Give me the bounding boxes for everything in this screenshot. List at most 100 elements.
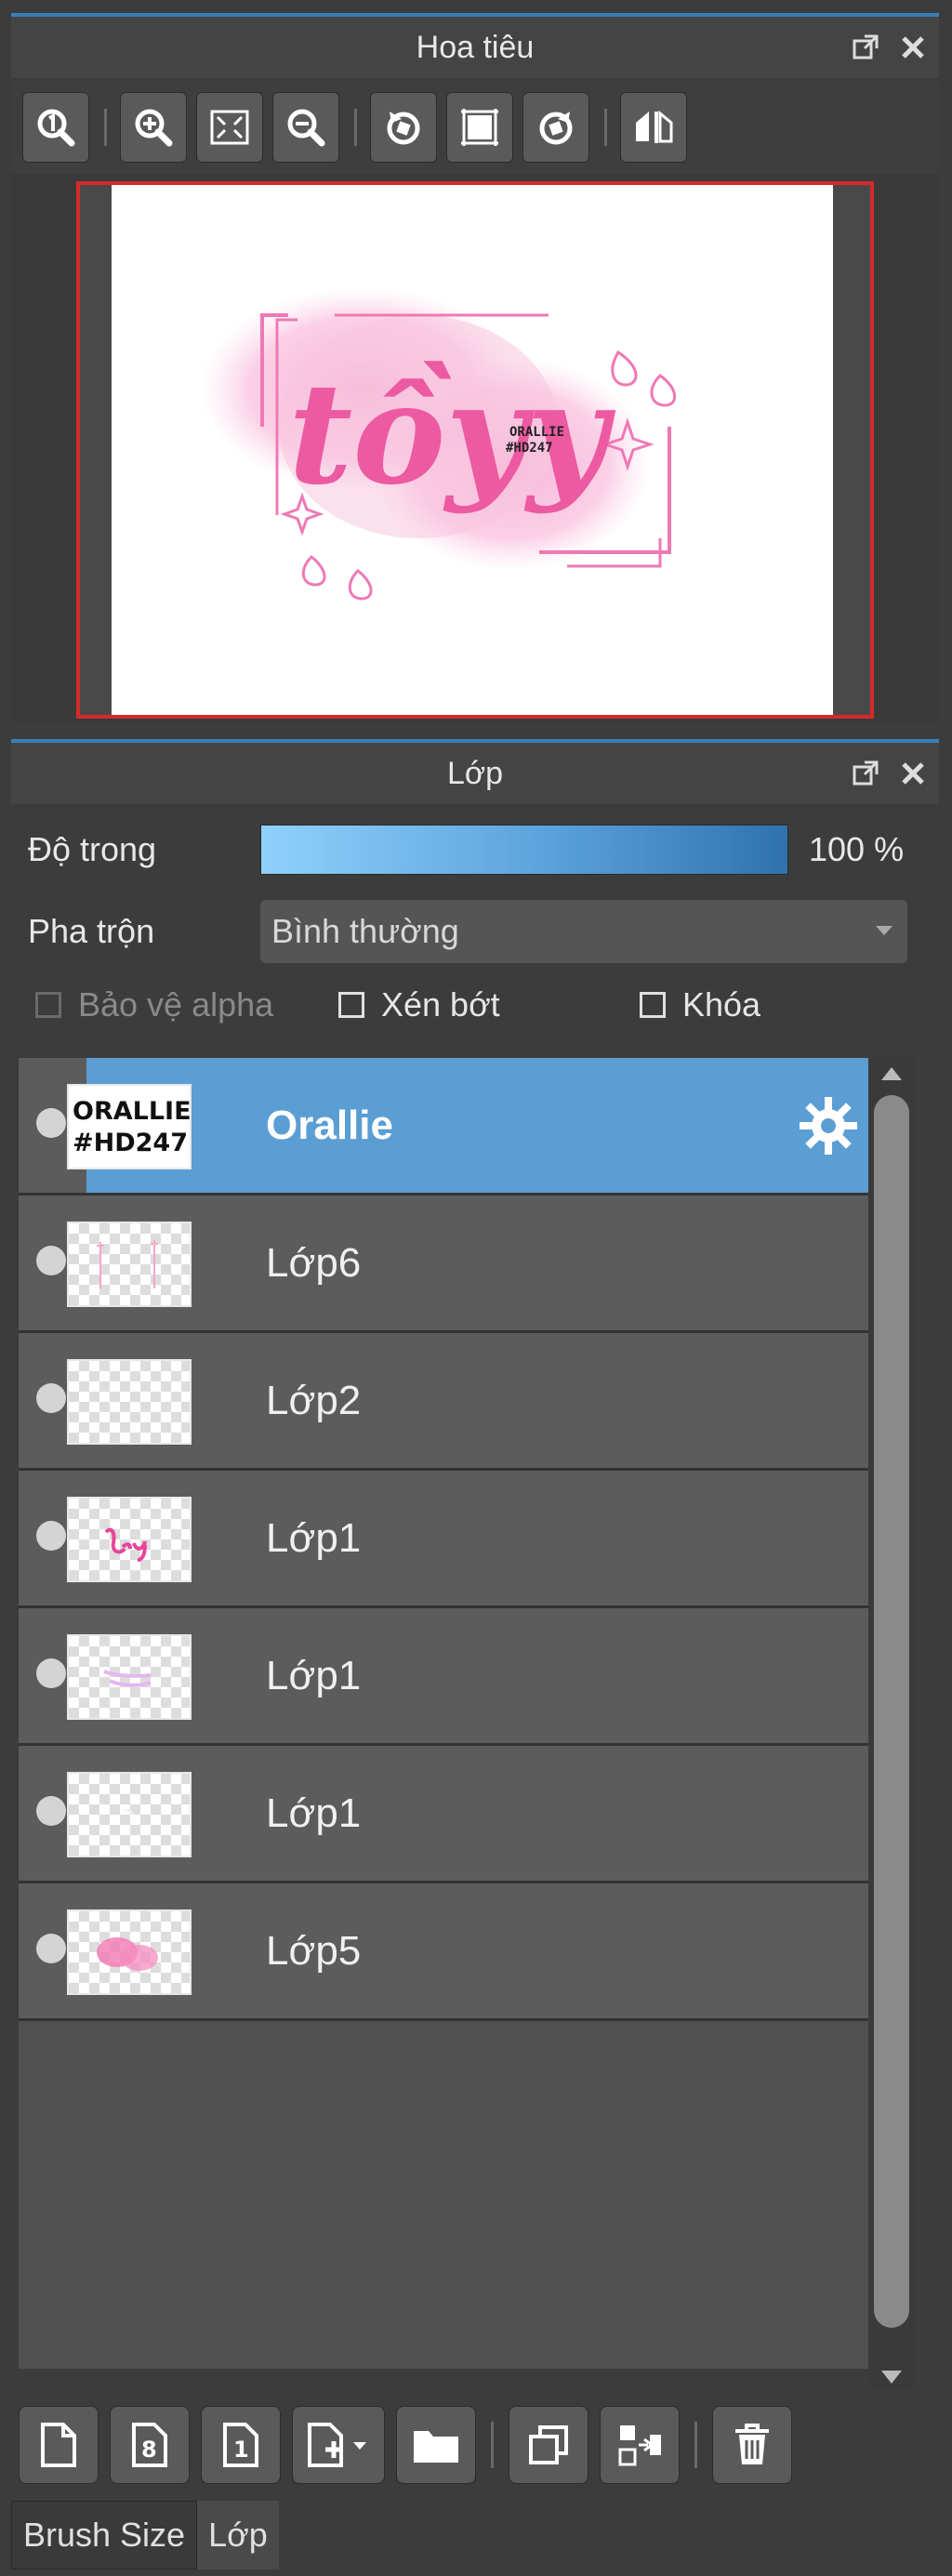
blend-mode-label: Pha trộn bbox=[28, 912, 155, 950]
add-layer-icon bbox=[308, 2423, 366, 2467]
visibility-toggle[interactable] bbox=[36, 1521, 66, 1551]
clip-checkbox[interactable]: Xén bớt bbox=[338, 985, 500, 1024]
tab-label: Brush Size bbox=[23, 2516, 186, 2554]
rotate-left-button[interactable] bbox=[370, 92, 437, 163]
chevron-down-icon bbox=[876, 926, 892, 935]
layer-thumbnail: ORALLIE #HD247 bbox=[67, 1084, 192, 1169]
toolbar-separator bbox=[694, 2422, 697, 2468]
rotate-right-button[interactable] bbox=[522, 92, 589, 163]
merge-layer-button[interactable] bbox=[600, 2406, 680, 2484]
tab-layers[interactable]: Lớp bbox=[197, 2501, 279, 2569]
scroll-down-arrow[interactable] bbox=[881, 2371, 902, 2384]
layer-row[interactable]: Lớp1 bbox=[19, 1471, 868, 1608]
zoom-actual-button[interactable] bbox=[22, 92, 89, 163]
layer-name: Orallie bbox=[266, 1102, 393, 1148]
flip-horizontal-button[interactable] bbox=[620, 92, 687, 163]
visibility-toggle[interactable] bbox=[36, 1246, 66, 1275]
layer-name: Lớp1 bbox=[266, 1652, 362, 1698]
bottom-tab-bar: Brush Size Lớp bbox=[11, 2501, 279, 2569]
reset-rotation-button[interactable] bbox=[446, 92, 513, 163]
new-layer-button[interactable] bbox=[19, 2406, 99, 2484]
zoom-out-button[interactable] bbox=[272, 92, 339, 163]
layer-row[interactable]: Lớp1 bbox=[19, 1608, 868, 1746]
layer-row-body[interactable] bbox=[86, 1058, 868, 1193]
opacity-row: Độ trong 100 % bbox=[28, 816, 920, 883]
layer-options-row: Bảo vệ alpha Xén bớt Khóa bbox=[35, 985, 928, 1041]
artwork-image: tồyy ORALLIE #HD247 bbox=[200, 287, 677, 601]
popout-icon[interactable] bbox=[852, 33, 879, 61]
layer-toolbar: 8 1 bbox=[19, 2398, 930, 2491]
layer-list: ORALLIE #HD247 Orallie Lớp6 Lớp2 Lớp1 Lớ… bbox=[19, 1058, 868, 2369]
zoom-in-button[interactable] bbox=[120, 92, 187, 163]
svg-text:8: 8 bbox=[141, 2437, 157, 2463]
visibility-toggle[interactable] bbox=[36, 1658, 66, 1688]
blend-mode-select[interactable]: Bình thường bbox=[260, 900, 907, 963]
flip-horizontal-icon bbox=[636, 110, 673, 143]
opacity-slider[interactable] bbox=[260, 825, 788, 875]
new-folder-button[interactable] bbox=[396, 2406, 476, 2484]
new-8bit-layer-button[interactable]: 8 bbox=[110, 2406, 190, 2484]
artwork-small-text-1: ORALLIE bbox=[509, 425, 564, 440]
thumb-text-2: #HD247 bbox=[73, 1129, 188, 1157]
fit-frame-icon bbox=[461, 109, 498, 146]
layer-list-scrollbar[interactable] bbox=[868, 1058, 915, 2389]
lock-checkbox[interactable]: Khóa bbox=[640, 985, 760, 1024]
checkbox-icon bbox=[640, 992, 666, 1018]
duplicate-layer-button[interactable] bbox=[509, 2406, 588, 2484]
layers-title: Lớp bbox=[446, 755, 504, 791]
8bit-layer-icon: 8 bbox=[132, 2423, 167, 2467]
navigator-toolbar bbox=[11, 81, 939, 174]
clip-label: Xén bớt bbox=[381, 985, 500, 1024]
protect-alpha-label: Bảo vệ alpha bbox=[78, 985, 274, 1024]
tab-brush-size[interactable]: Brush Size bbox=[11, 2501, 198, 2569]
1bit-layer-icon: 1 bbox=[223, 2423, 258, 2467]
fit-view-button[interactable] bbox=[196, 92, 263, 163]
fit-screen-icon bbox=[210, 110, 249, 145]
tab-label: Lớp bbox=[208, 2516, 268, 2554]
delete-layer-button[interactable] bbox=[712, 2406, 792, 2484]
blend-mode-value: Bình thường bbox=[271, 912, 459, 950]
add-layer-dropdown-button[interactable] bbox=[292, 2406, 385, 2484]
gear-icon[interactable] bbox=[798, 1095, 859, 1161]
checkbox-icon bbox=[35, 992, 61, 1018]
layer-name: Lớp2 bbox=[266, 1377, 362, 1423]
navigator-panel-header: Hoa tiêu bbox=[11, 13, 939, 78]
new-1bit-layer-button[interactable]: 1 bbox=[201, 2406, 281, 2484]
rotate-right-icon bbox=[539, 112, 573, 145]
layer-row[interactable]: Lớp1 bbox=[19, 1746, 868, 1883]
scroll-up-arrow[interactable] bbox=[881, 1067, 902, 1080]
toolbar-separator bbox=[491, 2422, 494, 2468]
navigator-title: Hoa tiêu bbox=[416, 29, 535, 65]
layer-row[interactable]: ORALLIE #HD247 Orallie bbox=[19, 1058, 868, 1196]
visibility-toggle[interactable] bbox=[36, 1383, 66, 1413]
visibility-toggle[interactable] bbox=[36, 1108, 66, 1138]
close-icon[interactable] bbox=[900, 760, 926, 786]
duplicate-icon bbox=[529, 2425, 568, 2464]
folder-icon bbox=[414, 2431, 458, 2463]
thumb-text-1: ORALLIE bbox=[73, 1097, 190, 1126]
layer-thumbnail bbox=[67, 1909, 192, 1995]
navigator-preview[interactable]: tồyy ORALLIE #HD247 bbox=[11, 174, 939, 722]
canvas-preview: tồyy ORALLIE #HD247 bbox=[112, 185, 833, 715]
zoom-one-icon bbox=[37, 109, 75, 147]
layer-thumbnail bbox=[67, 1222, 192, 1307]
scroll-thumb[interactable] bbox=[874, 1095, 909, 2328]
checkbox-icon bbox=[338, 992, 364, 1018]
protect-alpha-checkbox[interactable]: Bảo vệ alpha bbox=[35, 985, 273, 1024]
layer-name: Lớp6 bbox=[266, 1239, 362, 1286]
svg-text:1: 1 bbox=[233, 2437, 249, 2463]
popout-icon[interactable] bbox=[852, 760, 879, 787]
zoom-in-icon bbox=[135, 109, 173, 147]
layer-row[interactable]: Lớp5 bbox=[19, 1883, 868, 2021]
toolbar-separator bbox=[604, 109, 607, 146]
close-icon[interactable] bbox=[900, 34, 926, 60]
visibility-toggle[interactable] bbox=[36, 1796, 66, 1826]
viewport-frame[interactable]: tồyy ORALLIE #HD247 bbox=[76, 181, 874, 719]
layer-row[interactable]: Lớp6 bbox=[19, 1196, 868, 1333]
layer-thumbnail bbox=[67, 1497, 192, 1582]
layer-thumbnail bbox=[67, 1772, 192, 1857]
visibility-toggle[interactable] bbox=[36, 1934, 66, 1963]
rotate-left-icon bbox=[387, 112, 420, 145]
artwork-small-text-2: #HD247 bbox=[506, 441, 553, 456]
layer-row[interactable]: Lớp2 bbox=[19, 1333, 868, 1471]
